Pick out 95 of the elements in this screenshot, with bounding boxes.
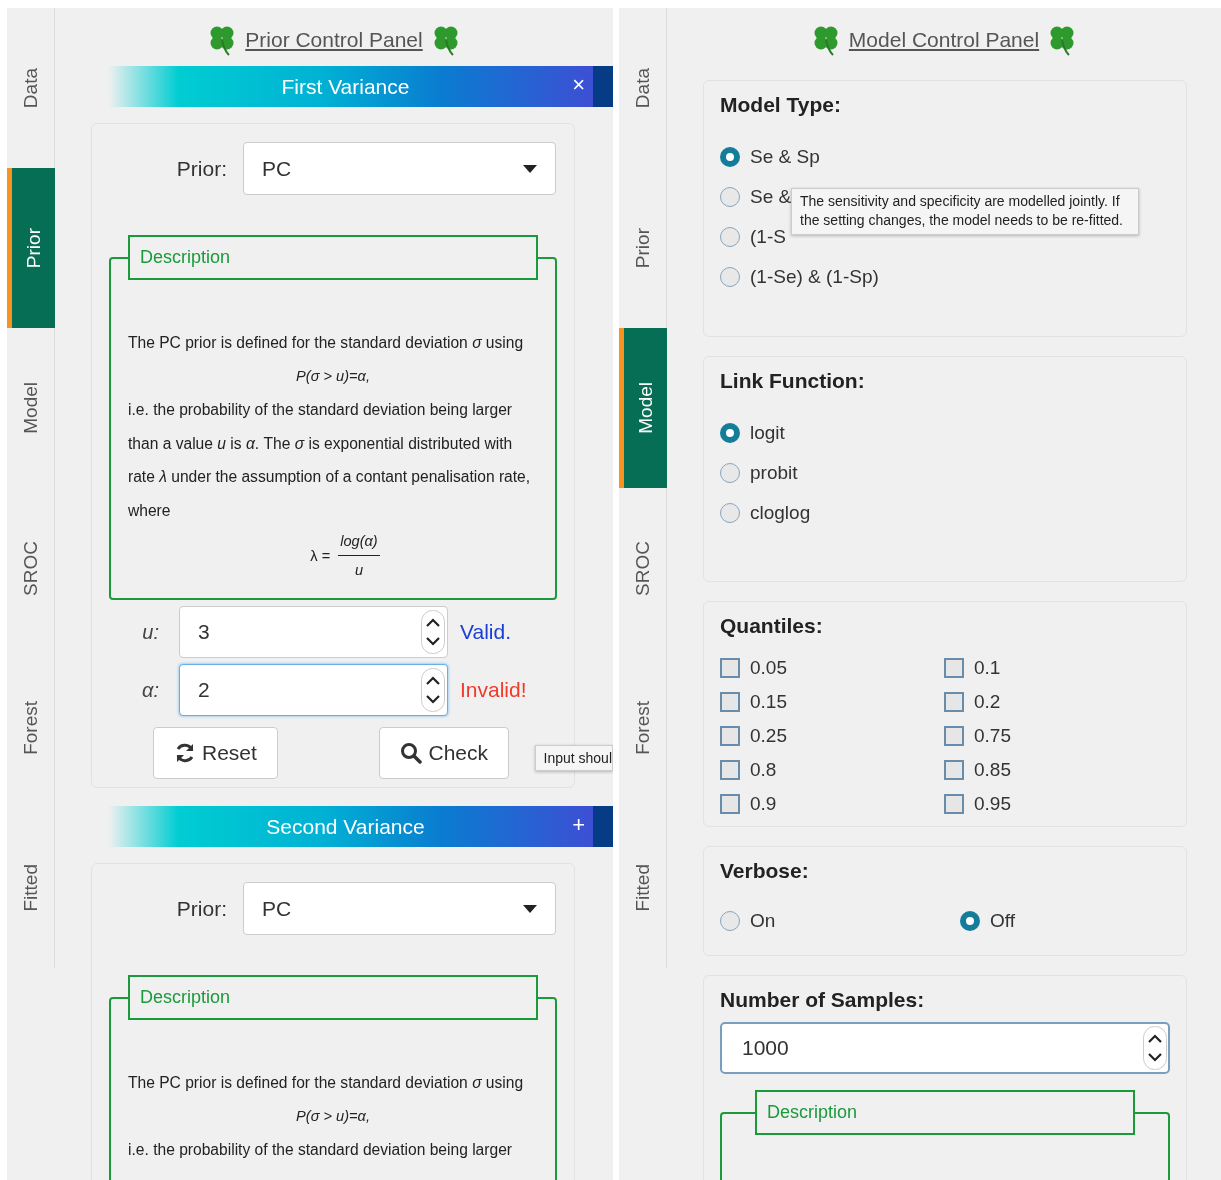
spinner-icon bbox=[421, 610, 445, 654]
option-label[interactable]: Se & bbox=[750, 186, 792, 208]
number-field[interactable]: 1000 bbox=[720, 1022, 1170, 1074]
toggle-button[interactable]: + bbox=[572, 810, 585, 840]
action-button[interactable]: Reset bbox=[153, 727, 278, 779]
group-title: Quantiles: bbox=[720, 614, 824, 638]
option-label[interactable]: 0.85 bbox=[974, 759, 1011, 781]
checkbox[interactable] bbox=[944, 658, 964, 678]
sidebar-tab[interactable]: Prior bbox=[7, 168, 55, 328]
sidebar-tab[interactable]: Data bbox=[619, 8, 666, 168]
checkbox[interactable] bbox=[944, 726, 964, 746]
formula: P(σ > u)=α, bbox=[295, 1106, 371, 1126]
option-label[interactable]: 0.25 bbox=[750, 725, 787, 747]
sidebar-tab[interactable]: Model bbox=[619, 328, 667, 488]
option-label[interactable]: Se & Sp bbox=[750, 146, 820, 168]
formula: P(σ > u)=α, bbox=[295, 366, 371, 386]
radio-button[interactable] bbox=[720, 147, 740, 167]
group-title: Verbose: bbox=[720, 859, 810, 883]
checkbox[interactable] bbox=[720, 726, 740, 746]
number-field[interactable]: 3 bbox=[179, 606, 448, 658]
checkbox[interactable] bbox=[944, 794, 964, 814]
caret-icon bbox=[523, 164, 537, 173]
option-label[interactable]: (1-S bbox=[750, 226, 786, 248]
radio-button[interactable] bbox=[720, 463, 740, 483]
radio-button[interactable] bbox=[960, 911, 980, 931]
checkbox[interactable] bbox=[720, 692, 740, 712]
section-title: First Variance bbox=[281, 74, 410, 99]
panel-title: Prior Control Panel bbox=[245, 28, 423, 52]
option-label[interactable]: probit bbox=[750, 462, 798, 484]
sidebar-tab[interactable]: Model bbox=[7, 328, 54, 488]
description-text: The PC prior is defined for the standard deviation σ using bbox=[128, 1073, 525, 1093]
option-label[interactable]: 0.15 bbox=[750, 691, 787, 713]
validation-text: Valid. bbox=[460, 620, 511, 644]
group-title: Model Type: bbox=[720, 93, 842, 117]
checkbox[interactable] bbox=[944, 692, 964, 712]
checkbox[interactable] bbox=[944, 760, 964, 780]
description-legend: Description bbox=[755, 1090, 1135, 1135]
option-label[interactable]: cloglog bbox=[750, 502, 811, 524]
option-label[interactable]: 0.2 bbox=[974, 691, 1001, 713]
prior-select[interactable]: PC bbox=[243, 882, 556, 935]
radio-button[interactable] bbox=[720, 267, 740, 287]
field-label: α: bbox=[141, 678, 160, 702]
description-text: i.e. the probability of the standard deviation being larger than a value u is α. The σ is exponential distributed with rate λ under the assumption of a contant penalisation rate, where bbox=[128, 400, 532, 521]
group-title: Number of Samples: bbox=[720, 988, 926, 1012]
description-legend: Description bbox=[128, 235, 538, 280]
panel-title: Model Control Panel bbox=[848, 28, 1040, 52]
option-label[interactable]: 0.05 bbox=[750, 657, 787, 679]
option-label[interactable]: On bbox=[750, 910, 776, 932]
option-label[interactable]: 0.75 bbox=[974, 725, 1011, 747]
radio-button[interactable] bbox=[720, 423, 740, 443]
section-header-bar[interactable]: First Variance × bbox=[108, 66, 613, 107]
spinner-icon bbox=[1143, 1026, 1167, 1070]
sidebar-tab[interactable]: Prior bbox=[619, 168, 666, 328]
description-text: i.e. the probability of the standard deviation being larger bbox=[128, 1140, 514, 1160]
prior-select[interactable]: PC bbox=[243, 142, 556, 195]
section-title: Second Variance bbox=[266, 814, 425, 839]
radio-button[interactable] bbox=[720, 227, 740, 247]
number-field[interactable]: 2 bbox=[179, 664, 448, 716]
field-label: Prior: bbox=[176, 896, 227, 921]
radio-button[interactable] bbox=[720, 187, 740, 207]
section-header-bar[interactable]: Second Variance + bbox=[108, 806, 613, 847]
option-label[interactable]: 0.9 bbox=[750, 793, 777, 815]
sidebar-tab[interactable]: Forest bbox=[7, 648, 54, 808]
description-text: The PC prior is defined for the standard deviation σ using bbox=[128, 333, 525, 353]
option-label[interactable]: 0.1 bbox=[974, 657, 1001, 679]
checkbox[interactable] bbox=[720, 794, 740, 814]
description-legend: Description bbox=[128, 975, 538, 1020]
caret-icon bbox=[523, 904, 537, 913]
validation-text: Invalid! bbox=[460, 678, 527, 702]
sidebar-tab[interactable]: Fitted bbox=[7, 808, 54, 968]
spinner-icon bbox=[421, 668, 445, 712]
sidebar-tab[interactable]: SROC bbox=[7, 488, 54, 648]
option-label[interactable]: 0.8 bbox=[750, 759, 777, 781]
checkbox[interactable] bbox=[720, 658, 740, 678]
option-label[interactable]: logit bbox=[750, 422, 785, 444]
checkbox[interactable] bbox=[720, 760, 740, 780]
option-label[interactable]: Off bbox=[990, 910, 1015, 932]
option-label[interactable]: (1-Se) & (1-Sp) bbox=[750, 266, 879, 288]
fraction-formula: λ = log(α) u bbox=[309, 532, 381, 578]
sidebar-tab[interactable]: SROC bbox=[619, 488, 666, 648]
sidebar-tab[interactable]: Fitted bbox=[619, 808, 666, 968]
sidebar-tab[interactable]: Forest bbox=[619, 648, 666, 808]
sidebar-tab[interactable]: Data bbox=[7, 8, 54, 168]
toggle-button[interactable]: × bbox=[572, 70, 585, 100]
tooltip: The sensitivity and specificity are modelled jointly. If the setting changes, the model needs to be re-fitted. bbox=[791, 188, 1139, 235]
group-title: Link Function: bbox=[720, 369, 866, 393]
field-label: Prior: bbox=[176, 156, 227, 181]
field-label: u: bbox=[141, 620, 160, 644]
action-button[interactable]: Check bbox=[379, 727, 509, 779]
radio-button[interactable] bbox=[720, 503, 740, 523]
radio-button[interactable] bbox=[720, 911, 740, 931]
refresh-icon bbox=[174, 742, 196, 764]
tooltip: Input shoul bbox=[534, 745, 613, 771]
option-label[interactable]: 0.95 bbox=[974, 793, 1011, 815]
search-icon bbox=[400, 742, 423, 764]
